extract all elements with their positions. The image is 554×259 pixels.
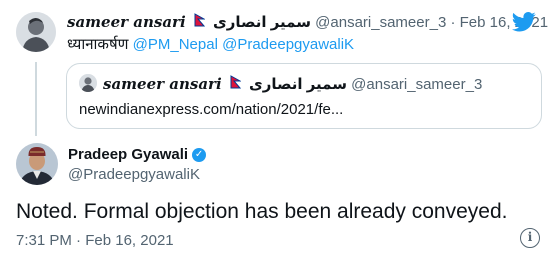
quoted-tweet-card[interactable]: sameer ansari سمیر انصاری @ansari_sameer… [66, 63, 542, 129]
tweet1-name-urdu: سمیر انصاری [212, 14, 311, 31]
nepal-flag-icon [230, 75, 242, 95]
tweet1-separator: · [450, 14, 456, 31]
quote-name-urdu: سمیر انصاری [248, 76, 347, 93]
tweet1-body: ध्यानाकर्षण @PM_Nepal @PradeepgyawaliK [67, 35, 354, 55]
avatar-pradeep[interactable] [16, 143, 58, 185]
tweet2-display-name[interactable]: Pradeep Gyawali [68, 146, 188, 163]
tweet1-handle[interactable]: @ansari_sameer_3 [315, 14, 446, 31]
twitter-bird-icon[interactable] [511, 12, 536, 32]
tweet2-separator: · [76, 232, 82, 249]
quote-display-name: sameer ansari [103, 75, 222, 93]
tweet2-timestamp[interactable]: 7:31 PM · Feb 16, 2021 [16, 231, 174, 251]
tweet1-body-prefix: ध्यानाकर्षण [67, 36, 129, 53]
quote-handle: @ansari_sameer_3 [351, 76, 483, 93]
tweet2-date: Feb 16, 2021 [85, 232, 174, 249]
nepal-flag-icon [194, 13, 206, 33]
quote-header: sameer ansari سمیر انصاری @ansari_sameer… [103, 74, 482, 95]
tweet1-header: sameer ansari سمیر انصاری @ansari_sameer… [67, 12, 548, 33]
tweet2-time: 7:31 PM [16, 232, 72, 249]
thread-connector-line [35, 62, 37, 136]
tweet2-handle[interactable]: @PradeepgyawaliK [68, 165, 200, 185]
quote-link[interactable]: newindianexpress.com/nation/2021/fe... [79, 100, 343, 120]
mention-pradeepgyawalik[interactable]: @PradeepgyawaliK [222, 36, 354, 53]
info-icon[interactable]: i [520, 228, 540, 248]
avatar-sameer[interactable] [16, 12, 56, 52]
tweet1-display-name[interactable]: sameer ansari [67, 13, 186, 31]
quote-avatar [79, 74, 97, 92]
tweet2-body: Noted. Formal objection has been already… [16, 200, 508, 223]
verified-badge-icon: ✓ [192, 148, 207, 163]
tweet2-name-row: Pradeep Gyawali ✓ [68, 145, 207, 165]
mention-pm-nepal[interactable]: @PM_Nepal [133, 36, 218, 53]
